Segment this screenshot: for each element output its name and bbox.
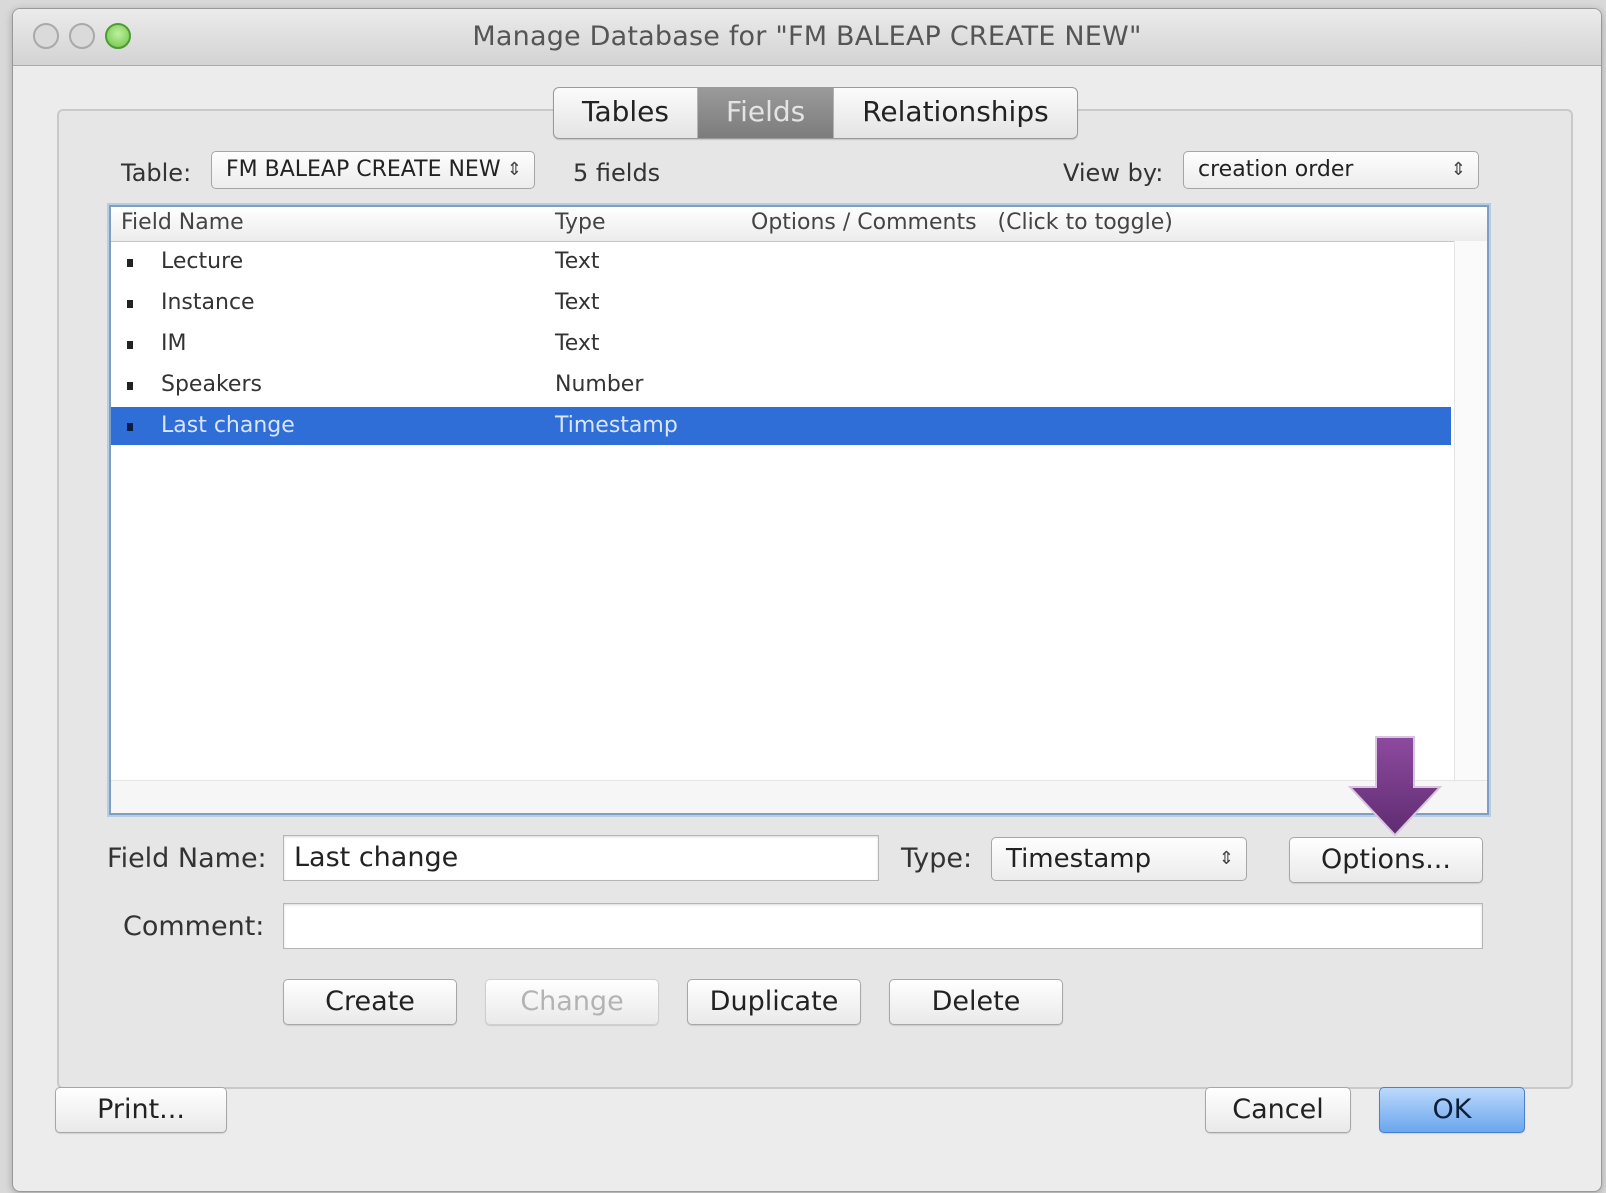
field-row-selected[interactable]: Last change Timestamp (111, 407, 1451, 445)
table-label: Table: (121, 159, 192, 187)
type-select[interactable]: Timestamp ⇕ (991, 837, 1247, 881)
comment-label: Comment: (123, 911, 265, 942)
up-down-arrows-icon: ⇕ (1218, 848, 1234, 869)
field-handle-icon[interactable] (127, 300, 133, 308)
field-handle-icon[interactable] (127, 423, 133, 431)
tab-fields[interactable]: Fields (698, 88, 835, 138)
window-title: Manage Database for "FM BALEAP CREATE NE… (472, 21, 1142, 52)
field-row[interactable]: Lecture Text (111, 243, 1451, 281)
view-by-label: View by: (1063, 159, 1164, 187)
header-type[interactable]: Type (555, 207, 606, 239)
field-row-name: Instance (161, 290, 255, 315)
field-row-name: Speakers (161, 372, 262, 397)
field-row[interactable]: Instance Text (111, 284, 1451, 322)
field-handle-icon[interactable] (127, 259, 133, 267)
view-by-select[interactable]: creation order ⇕ (1183, 151, 1479, 189)
duplicate-button[interactable]: Duplicate (687, 979, 861, 1025)
field-handle-icon[interactable] (127, 382, 133, 390)
field-handle-icon[interactable] (127, 341, 133, 349)
tab-relationships[interactable]: Relationships (834, 88, 1076, 138)
view-by-value: creation order (1198, 157, 1354, 182)
down-arrow-icon (1348, 736, 1443, 837)
comment-input[interactable] (283, 903, 1483, 949)
header-field-name[interactable]: Field Name (121, 207, 244, 239)
field-row[interactable]: Speakers Number (111, 366, 1451, 404)
print-button[interactable]: Print... (55, 1087, 227, 1133)
up-down-arrows-icon: ⇕ (1450, 159, 1466, 180)
field-count: 5 fields (573, 159, 661, 187)
field-row-name: Last change (161, 413, 295, 438)
type-select-value: Timestamp (1006, 844, 1152, 874)
vertical-scrollbar[interactable] (1454, 241, 1487, 781)
table-select[interactable]: FM BALEAP CREATE NEW ⇕ (211, 151, 535, 189)
field-list-header: Field Name Type Options / Comments (Clic… (111, 207, 1487, 242)
type-label: Type: (901, 843, 973, 874)
field-row[interactable]: IM Text (111, 325, 1451, 363)
header-options-comments[interactable]: Options / Comments (Click to toggle) (751, 207, 1173, 239)
field-name-input[interactable]: Last change (283, 835, 879, 881)
field-row-type: Text (555, 331, 600, 356)
field-row-type: Text (555, 249, 600, 274)
delete-button[interactable]: Delete (889, 979, 1063, 1025)
tab-bar: Tables Fields Relationships (553, 87, 1078, 139)
ok-button[interactable]: OK (1379, 1087, 1525, 1133)
tab-tables[interactable]: Tables (554, 88, 698, 138)
up-down-arrows-icon: ⇕ (506, 159, 522, 180)
field-row-type: Number (555, 372, 644, 397)
options-button[interactable]: Options... (1289, 837, 1483, 883)
field-row-type: Timestamp (555, 413, 678, 438)
horizontal-scrollbar[interactable] (111, 780, 1487, 813)
manage-database-window: Manage Database for "FM BALEAP CREATE NE… (12, 8, 1602, 1192)
create-button[interactable]: Create (283, 979, 457, 1025)
field-name-label: Field Name: (107, 843, 267, 874)
field-row-name: IM (161, 331, 187, 356)
field-row-name: Lecture (161, 249, 244, 274)
title-bar: Manage Database for "FM BALEAP CREATE NE… (13, 9, 1601, 66)
change-button: Change (485, 979, 659, 1025)
field-row-type: Text (555, 290, 600, 315)
cancel-button[interactable]: Cancel (1205, 1087, 1351, 1133)
field-list: Field Name Type Options / Comments (Clic… (109, 205, 1489, 815)
table-select-value: FM BALEAP CREATE NEW (226, 157, 501, 182)
